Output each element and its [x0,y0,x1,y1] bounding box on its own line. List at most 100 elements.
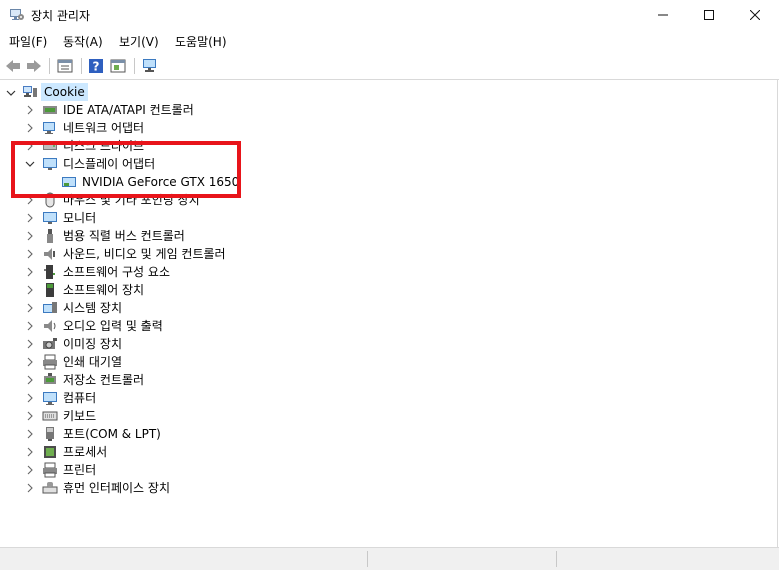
category-label[interactable]: 마우스 및 기타 포인팅 장치 [63,191,200,209]
menu-bar: 파일(F) 동작(A) 보기(V) 도움말(H) [0,30,779,52]
chevron-right-icon [27,483,33,493]
scan-hardware-button[interactable] [140,56,160,76]
category-label[interactable]: 시스템 장치 [63,299,122,317]
close-button[interactable] [732,0,778,29]
forward-button[interactable] [24,56,44,76]
category-label[interactable]: 프린터 [63,461,96,479]
chevron-right-icon [27,339,33,349]
expand-chevron[interactable] [25,123,35,133]
status-divider [556,551,557,567]
chevron-right-icon [27,195,33,205]
printer-icon [43,462,57,478]
forward-arrow-icon [27,60,41,72]
category-label[interactable]: 컴퓨터 [63,389,96,407]
expand-chevron[interactable] [25,105,35,115]
menu-action[interactable]: 동작(A) [63,33,103,50]
chevron-right-icon [27,393,33,403]
chevron-down-icon [6,90,16,96]
expand-chevron[interactable] [25,249,35,259]
chevron-right-icon [27,105,33,115]
chevron-right-icon [27,141,33,151]
chevron-right-icon [27,303,33,313]
chevron-right-icon [27,267,33,277]
minimize-button[interactable] [640,0,686,29]
ide-controller-icon [43,106,57,114]
expand-chevron[interactable] [25,357,35,367]
category-label[interactable]: 오디오 입력 및 출력 [63,317,163,335]
category-label[interactable]: 사운드, 비디오 및 게임 컨트롤러 [63,245,226,263]
menu-help[interactable]: 도움말(H) [175,33,227,50]
category-label[interactable]: 포트(COM & LPT) [63,425,161,443]
category-label[interactable]: 네트워크 어댑터 [63,119,144,137]
expand-chevron[interactable] [25,141,35,151]
monitor-icon [43,212,57,224]
chevron-right-icon [27,213,33,223]
chevron-right-icon [27,411,33,421]
chevron-right-icon [27,429,33,439]
expand-chevron[interactable] [25,375,35,385]
software-device-icon [46,283,54,297]
expand-chevron[interactable] [25,411,35,421]
show-hidden-button[interactable] [108,56,128,76]
category-label[interactable]: IDE ATA/ATAPI 컨트롤러 [63,101,194,119]
root-node-label[interactable]: Cookie [41,83,88,101]
expand-chevron[interactable] [25,213,35,223]
expand-chevron[interactable] [25,465,35,475]
expand-chevron[interactable] [25,267,35,277]
audio-io-icon [44,320,56,332]
chevron-right-icon [27,447,33,457]
expand-chevron[interactable] [25,429,35,439]
title-bar: 장치 관리자 [0,0,779,29]
maximize-icon [704,9,714,20]
hid-icon [42,482,58,494]
category-label[interactable]: 휴먼 인터페이스 장치 [63,479,170,497]
menu-file[interactable]: 파일(F) [9,33,47,50]
expand-chevron[interactable] [25,339,35,349]
status-divider [367,551,368,567]
expand-chevron[interactable] [25,285,35,295]
expand-chevron[interactable] [25,393,35,403]
show-hidden-icon [110,59,126,73]
collapse-chevron[interactable] [25,159,35,169]
system-device-icon [43,302,57,313]
display-adapter-icon [43,158,57,170]
category-label[interactable]: 키보드 [63,407,96,425]
expand-chevron[interactable] [25,321,35,331]
chevron-right-icon [27,465,33,475]
toolbar-separator [81,58,82,74]
keyboard-icon [42,411,58,421]
expand-chevron[interactable] [25,195,35,205]
category-label[interactable]: 소프트웨어 장치 [63,281,144,299]
category-label[interactable]: 디스크 드라이브 [63,137,144,155]
menu-view[interactable]: 보기(V) [119,33,159,50]
chevron-right-icon [27,357,33,367]
chevron-right-icon [27,123,33,133]
software-component-icon [44,265,55,279]
chevron-right-icon [27,249,33,259]
category-label[interactable]: 이미징 장치 [63,335,122,353]
device-label[interactable]: NVIDIA GeForce GTX 1650 [82,173,239,191]
category-label[interactable]: 소프트웨어 구성 요소 [63,263,170,281]
root-collapse-chevron[interactable] [6,88,16,98]
svg-text:?: ? [93,60,100,74]
minimize-icon [658,14,668,15]
help-button[interactable]: ? [86,56,106,76]
maximize-button[interactable] [686,0,732,29]
properties-button[interactable] [55,56,75,76]
category-label[interactable]: 프로세서 [63,443,107,461]
expand-chevron[interactable] [25,303,35,313]
processor-icon [44,446,56,458]
back-button[interactable] [3,56,23,76]
status-bar [0,547,779,570]
category-label[interactable]: 저장소 컨트롤러 [63,371,144,389]
back-arrow-icon [6,60,20,72]
category-label[interactable]: 모니터 [63,209,96,227]
category-label[interactable]: 범용 직렬 버스 컨트롤러 [63,227,185,245]
category-label[interactable]: 인쇄 대기열 [63,353,122,371]
expand-chevron[interactable] [25,231,35,241]
expand-chevron[interactable] [25,447,35,457]
storage-controller-icon [44,373,56,384]
expand-chevron[interactable] [25,483,35,493]
device-manager-icon [10,9,24,20]
category-label[interactable]: 디스플레이 어댑터 [63,155,155,173]
